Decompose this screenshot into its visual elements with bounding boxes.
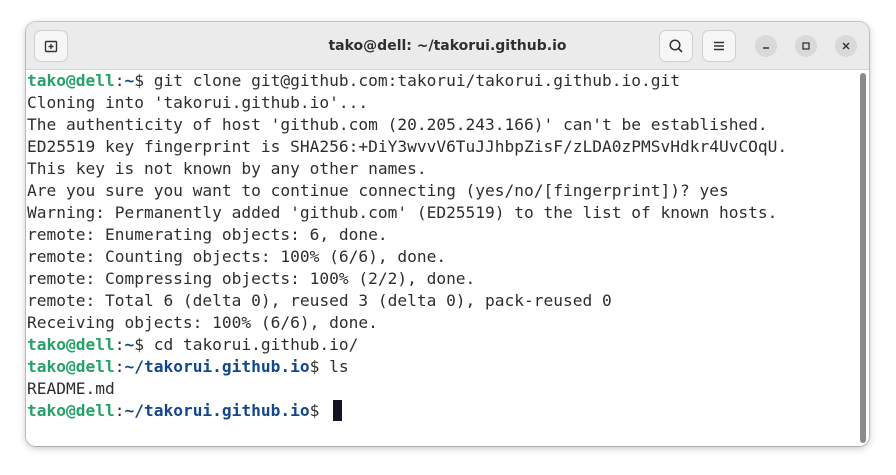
prompt-user: tako@dell bbox=[27, 71, 115, 90]
maximize-icon bbox=[802, 42, 810, 50]
minimize-button[interactable] bbox=[755, 35, 777, 57]
window-title: tako@dell: ~/takorui.github.io bbox=[328, 38, 567, 54]
prompt-separator: : bbox=[114, 71, 125, 90]
output-line: Cloning into 'takorui.github.io'... bbox=[27, 93, 369, 112]
prompt-separator: : bbox=[114, 335, 125, 354]
output-line: remote: Compressing objects: 100% (2/2),… bbox=[27, 269, 476, 288]
prompt-separator: : bbox=[114, 357, 125, 376]
prompt-user: tako@dell bbox=[27, 335, 115, 354]
scrollbar[interactable] bbox=[860, 73, 866, 443]
close-icon bbox=[842, 42, 850, 50]
command-text: $ cd takorui.github.io/ bbox=[134, 335, 359, 354]
output-line: remote: Total 6 (delta 0), reused 3 (del… bbox=[27, 291, 612, 310]
prompt-separator: : bbox=[114, 401, 125, 420]
close-button[interactable] bbox=[835, 35, 857, 57]
output-line: This key is not known by any other names… bbox=[27, 159, 427, 178]
hamburger-menu-icon bbox=[714, 41, 724, 51]
prompt-path: ~ bbox=[124, 335, 135, 354]
output-line: ED25519 key fingerprint is SHA256:+DiY3w… bbox=[27, 137, 788, 156]
command-text: $ git clone git@github.com:takorui/takor… bbox=[134, 71, 680, 90]
output-line: Warning: Permanently added 'github.com' … bbox=[27, 203, 778, 222]
prompt-user: tako@dell bbox=[27, 357, 115, 376]
prompt-path: ~/takorui.github.io bbox=[124, 357, 310, 376]
maximize-button[interactable] bbox=[795, 35, 817, 57]
terminal-lines: tako@dell:~$ git clone git@github.com:ta… bbox=[27, 70, 787, 422]
prompt-line: tako@dell:~$ cd takorui.github.io/ bbox=[27, 334, 787, 356]
prompt-user: tako@dell bbox=[27, 401, 115, 420]
minimize-icon bbox=[763, 47, 769, 49]
output-line: Are you sure you want to continue connec… bbox=[27, 181, 729, 200]
prompt-line: tako@dell:~$ git clone git@github.com:ta… bbox=[27, 70, 787, 92]
search-icon bbox=[669, 39, 683, 53]
output-line: Receiving objects: 100% (6/6), done. bbox=[27, 313, 378, 332]
output-line: remote: Enumerating objects: 6, done. bbox=[27, 225, 388, 244]
search-button[interactable] bbox=[659, 30, 693, 62]
terminal-output[interactable]: tako@dell:~$ git clone git@github.com:ta… bbox=[26, 70, 869, 446]
output-line: remote: Counting objects: 100% (6/6), do… bbox=[27, 247, 447, 266]
command-text: $ bbox=[309, 401, 330, 420]
titlebar: tako@dell: ~/takorui.github.io bbox=[26, 22, 869, 70]
menu-button[interactable] bbox=[702, 30, 736, 62]
prompt-line: tako@dell:~/takorui.github.io$ bbox=[27, 400, 787, 422]
prompt-path: ~/takorui.github.io bbox=[124, 401, 310, 420]
prompt-path: ~ bbox=[124, 71, 135, 90]
terminal-cursor bbox=[333, 400, 343, 421]
command-text: $ ls bbox=[309, 357, 349, 376]
output-line: README.md bbox=[27, 379, 115, 398]
prompt-line: tako@dell:~/takorui.github.io$ ls bbox=[27, 356, 787, 378]
terminal-window: tako@dell: ~/takorui.github.io tako@dell… bbox=[26, 22, 869, 446]
output-line: The authenticity of host 'github.com (20… bbox=[27, 115, 768, 134]
